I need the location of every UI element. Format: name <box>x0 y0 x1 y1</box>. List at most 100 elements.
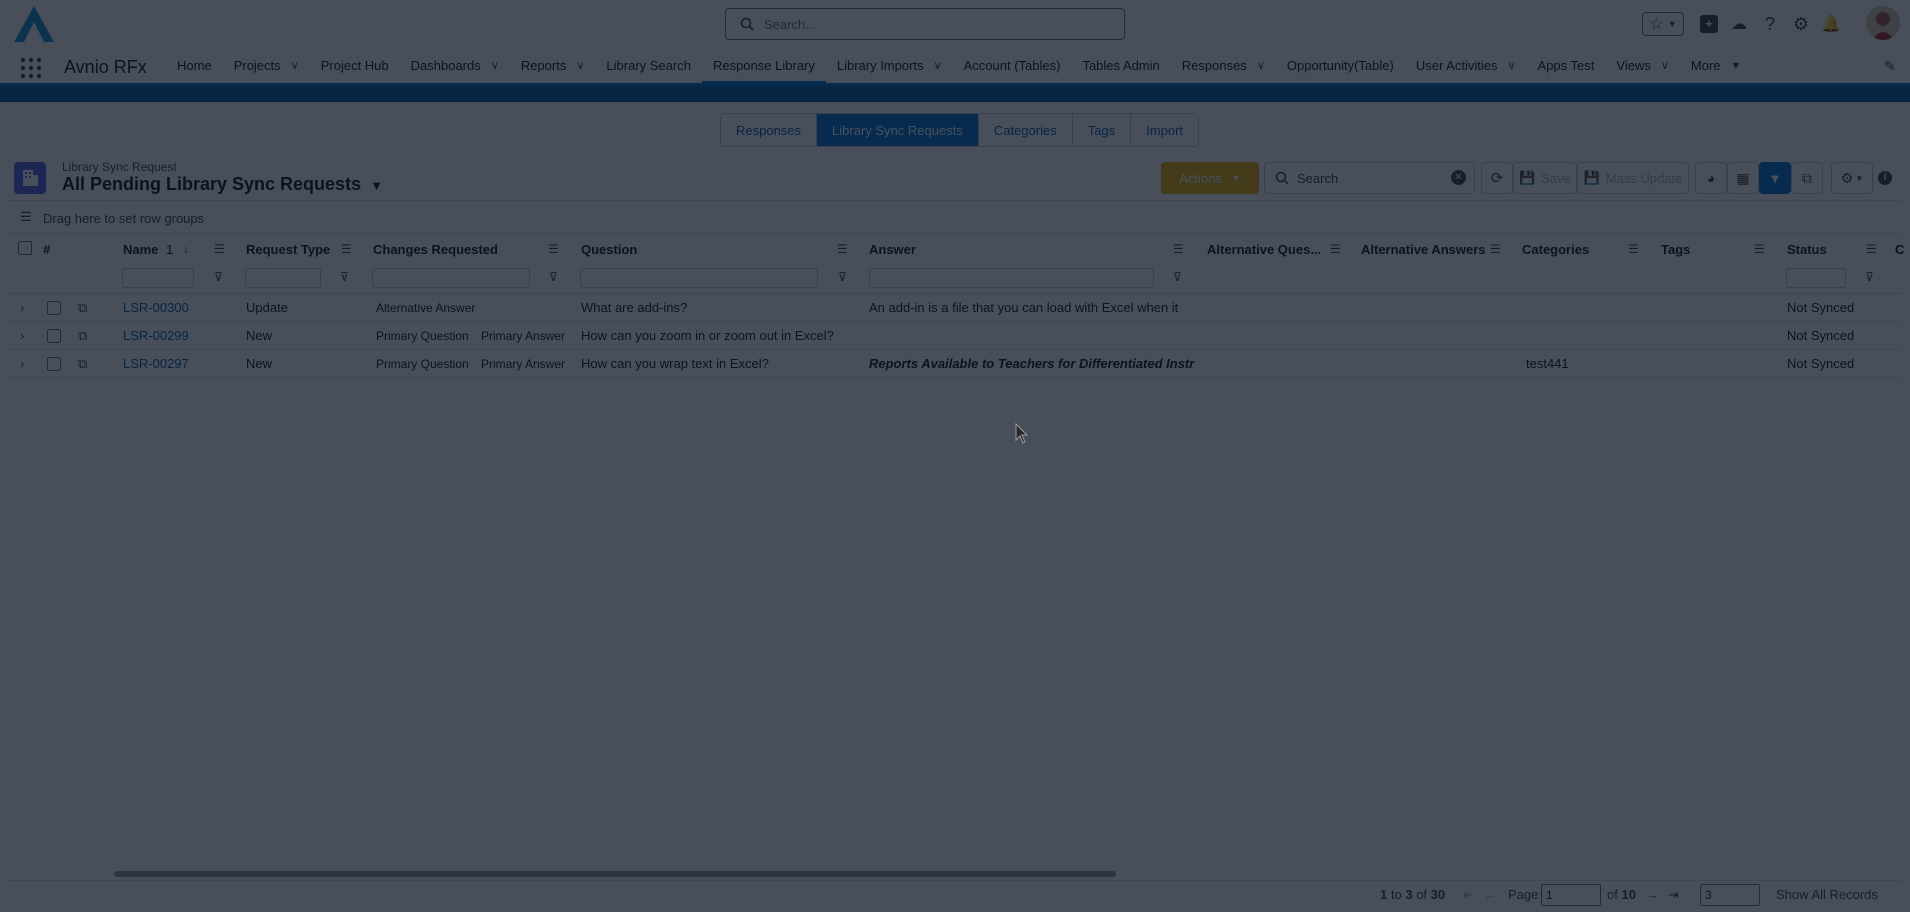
nav-item-account-tables[interactable]: Account (Tables) <box>953 48 1072 83</box>
filter-input-changes-requested[interactable] <box>372 268 530 288</box>
guidance-button[interactable]: ☁ <box>1728 12 1750 36</box>
record-name-link[interactable]: LSR-00300 <box>123 300 189 315</box>
nav-item-user-activities[interactable]: User Activities ∨ <box>1405 48 1527 83</box>
tab-tags[interactable]: Tags <box>1072 114 1132 146</box>
filter-input-name[interactable] <box>122 268 194 288</box>
settings-menu-button[interactable]: ⚙ ▼ <box>1831 162 1873 194</box>
chevron-down-icon[interactable]: ∨ <box>291 59 299 72</box>
chevron-down-icon[interactable]: ∨ <box>1661 59 1669 72</box>
filter-icon[interactable]: ⊽ <box>549 270 558 284</box>
horizontal-scrollbar[interactable] <box>114 871 1116 877</box>
row-checkbox[interactable] <box>47 301 61 315</box>
record-name-link[interactable]: LSR-00297 <box>123 356 189 371</box>
list-view-title[interactable]: All Pending Library Sync Requests ▼ <box>62 174 383 195</box>
mass-update-button[interactable]: 💾 Mass Update <box>1577 162 1689 194</box>
edit-nav-pencil-icon[interactable]: ✎ <box>1884 58 1896 75</box>
chevron-down-icon[interactable]: ∨ <box>1507 59 1515 72</box>
filter-button[interactable]: ▼ <box>1759 162 1791 194</box>
global-actions-button[interactable]: + <box>1699 12 1719 36</box>
column-header-answer[interactable]: Answer <box>869 242 916 262</box>
nav-item-reports[interactable]: Reports ∨ <box>510 48 596 83</box>
filter-input-answer[interactable] <box>869 268 1154 288</box>
row-checkbox[interactable] <box>47 357 61 371</box>
app-launcher-icon[interactable] <box>20 57 42 79</box>
column-menu-icon[interactable]: ☰ <box>1866 242 1877 256</box>
notifications-button[interactable]: 🔔 <box>1820 12 1842 36</box>
column-menu-icon[interactable]: ☰ <box>214 242 225 256</box>
expand-chevron-icon[interactable]: › <box>20 328 24 343</box>
filter-icon[interactable]: ⊽ <box>1173 270 1182 284</box>
column-header-alternative-answers[interactable]: Alternative Answers <box>1361 242 1486 262</box>
table-row[interactable]: › ⧉ LSR-00299 New Primary Question Prima… <box>8 322 1902 350</box>
last-page-icon[interactable]: ⇥ <box>1668 887 1679 903</box>
favorites-button[interactable]: ☆ ▼ <box>1642 12 1684 36</box>
filter-icon[interactable]: ⊽ <box>340 270 349 284</box>
filter-icon[interactable]: ⊽ <box>838 270 847 284</box>
nav-item-library-imports[interactable]: Library Imports ∨ <box>826 48 953 83</box>
actions-button[interactable]: Actions ▼ <box>1161 162 1259 194</box>
column-header-changes-requested[interactable]: Changes Requested <box>373 242 498 262</box>
column-menu-icon[interactable]: ☰ <box>1754 242 1765 256</box>
previous-page-icon[interactable]: ← <box>1484 887 1497 902</box>
column-menu-icon[interactable]: ☰ <box>341 242 352 256</box>
column-menu-icon[interactable]: ☰ <box>1330 242 1341 256</box>
open-record-icon[interactable]: ⧉ <box>78 356 87 372</box>
columns-button[interactable]: ▦ <box>1727 162 1759 194</box>
open-record-icon[interactable]: ⧉ <box>78 328 87 344</box>
column-menu-icon[interactable]: ☰ <box>837 242 848 256</box>
column-header-categories[interactable]: Categories <box>1522 242 1589 262</box>
setup-button[interactable]: ⚙ <box>1790 12 1812 36</box>
row-checkbox[interactable] <box>47 329 61 343</box>
filter-icon[interactable]: ⊽ <box>214 270 223 284</box>
avnio-logo-icon[interactable] <box>12 4 56 44</box>
page-size-input[interactable]: 3 <box>1700 884 1760 906</box>
nav-item-views[interactable]: Views ∨ <box>1605 48 1680 83</box>
avatar[interactable] <box>1866 6 1900 40</box>
chevron-down-icon[interactable]: ∨ <box>491 59 499 72</box>
nav-item-more[interactable]: More ▼ <box>1680 48 1753 83</box>
chart-button[interactable]: ◕ <box>1695 162 1727 194</box>
table-row[interactable]: › ⧉ LSR-00300 Update Alternative Answer … <box>8 294 1902 322</box>
column-menu-icon[interactable]: ☰ <box>1628 242 1639 256</box>
column-header-alternative-questions[interactable]: Alternative Ques... <box>1207 242 1337 262</box>
row-group-dropzone[interactable]: ☰ Drag here to set row groups <box>8 200 1902 234</box>
list-search-input[interactable]: Search ✕ <box>1264 162 1475 194</box>
tab-library-sync-requests[interactable]: Library Sync Requests <box>817 114 979 146</box>
show-all-records-link[interactable]: Show All Records <box>1776 887 1878 902</box>
column-menu-icon[interactable]: ☰ <box>1173 242 1184 256</box>
sort-descending-icon[interactable]: ↓ <box>183 242 189 256</box>
table-row[interactable]: › ⧉ LSR-00297 New Primary Question Prima… <box>8 350 1902 378</box>
column-header-name[interactable]: Name <box>123 242 158 262</box>
nav-item-dashboards[interactable]: Dashboards ∨ <box>400 48 510 83</box>
record-name-link[interactable]: LSR-00299 <box>123 328 189 343</box>
info-button[interactable]: i <box>1873 162 1897 194</box>
column-header-extra[interactable]: C <box>1895 242 1904 262</box>
column-header-request-type[interactable]: Request Type <box>246 242 330 262</box>
tab-import[interactable]: Import <box>1131 114 1199 146</box>
open-record-icon[interactable]: ⧉ <box>78 300 87 316</box>
save-button[interactable]: 💾 Save <box>1513 162 1577 194</box>
nav-item-project-hub[interactable]: Project Hub <box>310 48 400 83</box>
chevron-down-icon[interactable]: ∨ <box>576 59 584 72</box>
clear-icon[interactable]: ✕ <box>1451 170 1466 185</box>
global-search-input[interactable]: Search... <box>725 8 1125 40</box>
caret-down-icon[interactable]: ▼ <box>1731 60 1742 72</box>
filter-input-question[interactable] <box>580 268 818 288</box>
select-all-checkbox[interactable] <box>18 241 32 255</box>
refresh-button[interactable]: ⟳ <box>1481 162 1513 194</box>
nav-item-apps-test[interactable]: Apps Test <box>1527 48 1606 83</box>
help-button[interactable]: ? <box>1760 12 1780 36</box>
column-header-status[interactable]: Status <box>1787 242 1827 262</box>
filter-input-status[interactable] <box>1786 268 1846 288</box>
nav-item-responses[interactable]: Responses ∨ <box>1171 48 1276 83</box>
next-page-icon[interactable]: → <box>1646 887 1659 902</box>
nav-item-tables-admin[interactable]: Tables Admin <box>1071 48 1170 83</box>
filter-input-request-type[interactable] <box>245 268 321 288</box>
column-header-tags[interactable]: Tags <box>1661 242 1690 262</box>
expand-chevron-icon[interactable]: › <box>20 300 24 315</box>
filter-icon[interactable]: ⊽ <box>1865 270 1874 284</box>
chevron-down-icon[interactable]: ∨ <box>1257 59 1265 72</box>
tab-categories[interactable]: Categories <box>978 114 1073 146</box>
nav-item-library-search[interactable]: Library Search <box>595 48 702 83</box>
popout-button[interactable]: ⧉ <box>1791 162 1823 194</box>
